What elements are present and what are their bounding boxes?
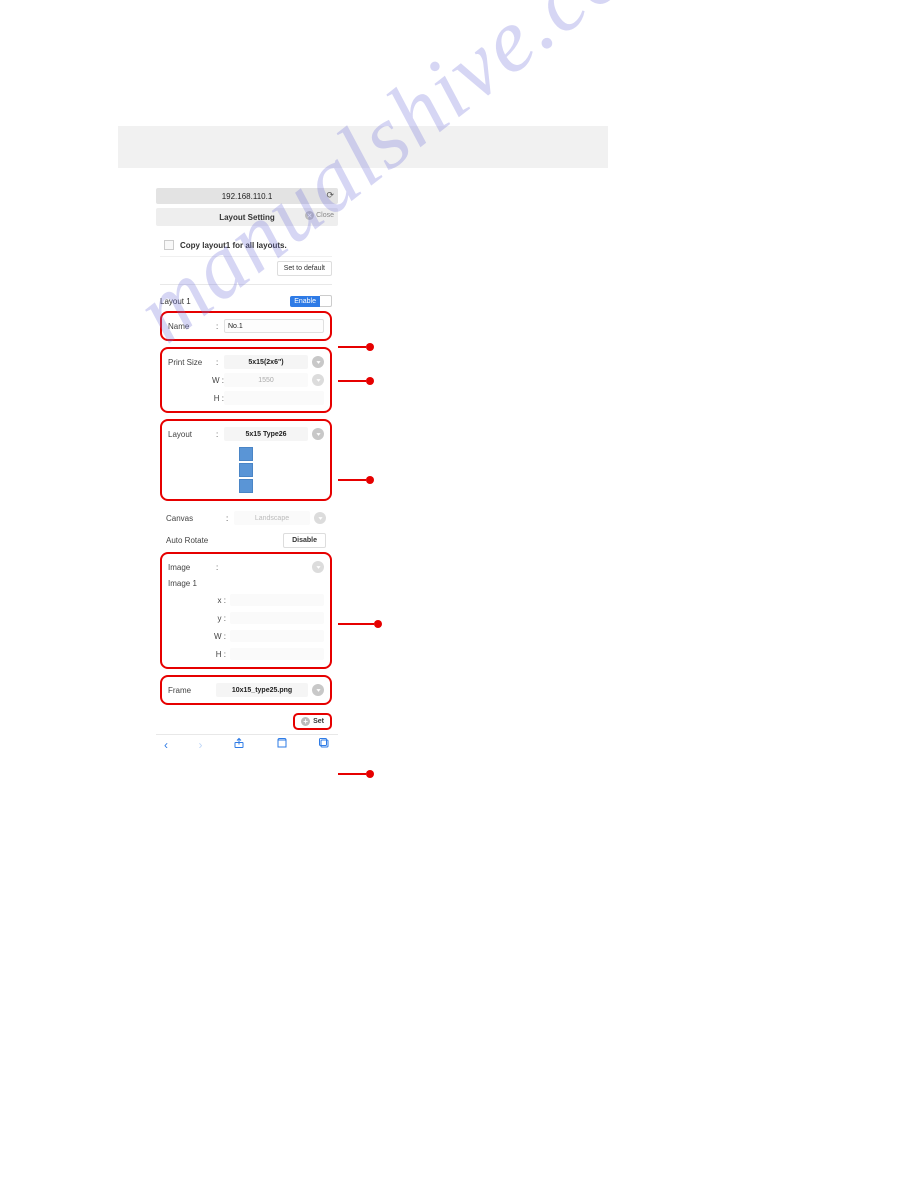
image-x-label: x : <box>168 596 226 605</box>
layout-label: Layout <box>168 430 216 439</box>
image-h-input[interactable] <box>230 648 324 660</box>
preview-tile <box>239 463 253 477</box>
image-h-label: H : <box>168 650 226 659</box>
frame-section: Frame 10x15_type25.png <box>160 675 332 705</box>
w-value[interactable]: 1550 <box>224 373 308 387</box>
h-label: H : <box>206 394 224 403</box>
refresh-icon[interactable]: ⟳ <box>326 190 334 201</box>
close-button[interactable]: ✕ Close <box>305 211 334 220</box>
callout-line <box>338 623 374 625</box>
h-value[interactable] <box>224 391 324 405</box>
name-label: Name <box>168 322 216 331</box>
toggle-knob <box>320 295 332 307</box>
autorotate-row: Auto Rotate Disable <box>160 529 332 552</box>
image-subhead: Image 1 <box>168 576 324 591</box>
canvas-value[interactable]: Landscape <box>234 511 310 525</box>
plus-icon: + <box>301 717 310 726</box>
canvas-row: Canvas : Landscape <box>160 507 332 529</box>
enable-label: Enable <box>290 296 320 307</box>
frame-label: Frame <box>168 686 216 695</box>
callout-line <box>338 380 366 382</box>
disable-button[interactable]: Disable <box>283 533 326 548</box>
enable-toggle[interactable]: Enable <box>290 295 332 307</box>
image-w-label: W : <box>168 632 226 641</box>
phone-mockup: 192.168.110.1 ⟳ Layout Setting ✕ Close C… <box>156 188 338 754</box>
callout-line <box>338 346 366 348</box>
chevron-down-icon[interactable] <box>312 561 324 573</box>
name-input[interactable]: No.1 <box>224 319 324 333</box>
browser-tabbar: ‹ › <box>156 734 338 754</box>
preview-tile <box>239 479 253 493</box>
preview-tile <box>239 447 253 461</box>
w-label: W : <box>206 376 224 385</box>
close-label: Close <box>316 212 334 219</box>
image-x-input[interactable] <box>230 594 324 606</box>
share-icon[interactable] <box>233 737 245 752</box>
printsize-label: Print Size <box>168 358 216 367</box>
layout-select[interactable]: 5x15 Type26 <box>224 427 308 441</box>
callout-line <box>338 479 366 481</box>
layout-header-row: Layout 1 Enable <box>160 285 332 311</box>
header-gray-band <box>118 126 608 168</box>
forward-icon[interactable]: › <box>199 738 203 752</box>
image-w-input[interactable] <box>230 630 324 642</box>
chevron-down-icon[interactable] <box>314 512 326 524</box>
callout-dot <box>366 476 374 484</box>
canvas-label: Canvas <box>166 514 226 523</box>
autorotate-label: Auto Rotate <box>166 536 226 545</box>
chevron-down-icon[interactable] <box>312 684 324 696</box>
chevron-down-icon[interactable] <box>312 356 324 368</box>
image-label: Image <box>168 563 216 572</box>
layout-preview <box>168 443 324 495</box>
name-section: Name : No.1 <box>160 311 332 341</box>
set-button[interactable]: + Set <box>293 713 332 730</box>
copy-label: Copy layout1 for all layouts. <box>180 241 287 250</box>
printsize-select[interactable]: 5x15(2x6") <box>224 355 308 369</box>
callout-dot <box>366 377 374 385</box>
copy-layout-row: Copy layout1 for all layouts. <box>160 234 332 257</box>
callout-line <box>338 773 366 775</box>
url-text: 192.168.110.1 <box>222 192 273 201</box>
print-size-section: Print Size : 5x15(2x6") W : 1550 H : <box>160 347 332 413</box>
set-row: + Set <box>160 711 332 734</box>
close-icon: ✕ <box>305 211 314 220</box>
copy-checkbox[interactable] <box>164 240 174 250</box>
set-default-button[interactable]: Set to default <box>277 261 332 276</box>
layout-type-section: Layout : 5x15 Type26 <box>160 419 332 501</box>
layout-name: Layout 1 <box>160 297 191 306</box>
bookmark-icon[interactable] <box>276 737 288 752</box>
frame-select[interactable]: 10x15_type25.png <box>216 683 308 697</box>
back-icon[interactable]: ‹ <box>164 738 168 752</box>
image-section: Image : Image 1 x : y : W : H : <box>160 552 332 669</box>
set-label: Set <box>313 718 324 725</box>
image-y-label: y : <box>168 614 226 623</box>
chevron-down-icon[interactable] <box>312 374 324 386</box>
tabs-icon[interactable] <box>318 737 330 752</box>
address-bar[interactable]: 192.168.110.1 ⟳ <box>156 188 338 204</box>
default-row: Set to default <box>160 257 332 285</box>
title-bar: Layout Setting ✕ Close <box>156 208 338 226</box>
image-y-input[interactable] <box>230 612 324 624</box>
chevron-down-icon[interactable] <box>312 428 324 440</box>
callout-dot <box>366 343 374 351</box>
callout-dot <box>366 770 374 778</box>
callout-dot <box>374 620 382 628</box>
